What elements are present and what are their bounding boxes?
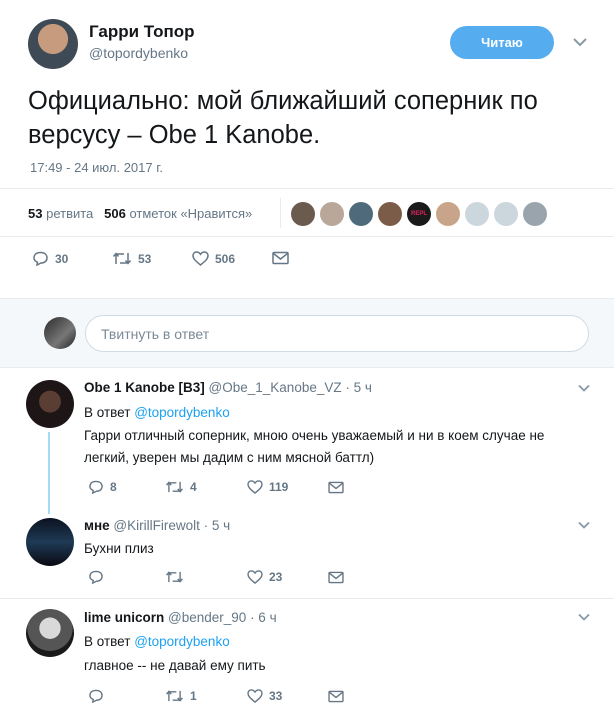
envelope-icon bbox=[328, 690, 344, 703]
reply-avatar[interactable] bbox=[26, 380, 74, 428]
reply-time[interactable]: · 5 ч bbox=[204, 518, 231, 533]
liker-avatar[interactable] bbox=[436, 202, 460, 226]
reply-input[interactable] bbox=[85, 315, 589, 352]
reply-header: Obe 1 Kanobe [B3] @Obe_1_Kanobe_VZ · 5 ч bbox=[84, 380, 372, 395]
following-button[interactable]: Читаю bbox=[450, 26, 554, 59]
retweet-action[interactable]: 53 bbox=[112, 251, 151, 266]
reply-avatar[interactable] bbox=[26, 609, 74, 657]
reply-header: lime unicorn @bender_90 · 6 ч bbox=[84, 610, 277, 625]
heart-icon bbox=[192, 251, 209, 266]
author-avatar[interactable] bbox=[28, 19, 78, 69]
reply-icon bbox=[89, 570, 103, 584]
likes-label[interactable]: отметок «Нравится» bbox=[129, 206, 252, 221]
chevron-down-icon[interactable] bbox=[578, 521, 590, 529]
in-reply-label: В ответ bbox=[84, 634, 131, 649]
likes-count[interactable]: 506 bbox=[104, 206, 126, 221]
reply-time[interactable]: · 5 ч bbox=[345, 380, 372, 395]
reply-text-line: легкий, уверен мы дадим с ним мясной бат… bbox=[84, 450, 375, 465]
thread-connector bbox=[48, 432, 50, 514]
tweet-timestamp[interactable]: 17:49 - 24 июл. 2017 г. bbox=[30, 160, 163, 175]
reply-icon bbox=[33, 251, 48, 266]
like-count: 119 bbox=[269, 480, 289, 494]
liker-avatar[interactable] bbox=[378, 202, 402, 226]
envelope-icon bbox=[328, 571, 344, 584]
default-avatar[interactable] bbox=[494, 202, 518, 226]
retweet-count: 53 bbox=[138, 251, 152, 266]
like-count: 506 bbox=[215, 251, 236, 266]
envelope-icon bbox=[272, 251, 289, 265]
retweet-action[interactable]: 1 bbox=[165, 689, 197, 703]
chevron-down-icon[interactable] bbox=[573, 37, 587, 47]
chevron-down-icon[interactable] bbox=[578, 613, 590, 621]
retweet-icon bbox=[166, 481, 183, 493]
reply-text: главное -- не давай ему пить bbox=[84, 658, 266, 673]
direct-message-action[interactable] bbox=[328, 690, 344, 703]
chevron-down-icon[interactable] bbox=[578, 384, 590, 392]
like-count: 33 bbox=[269, 689, 283, 703]
like-count: 23 bbox=[269, 570, 283, 584]
like-action[interactable]: 119 bbox=[247, 480, 288, 494]
divider bbox=[0, 236, 614, 237]
reply-author-handle[interactable]: @Obe_1_Kanobe_VZ bbox=[209, 380, 342, 395]
in-reply-to: В ответ @topordybenko bbox=[84, 631, 230, 653]
heart-icon bbox=[247, 689, 263, 703]
heart-icon bbox=[247, 570, 263, 584]
in-reply-handle[interactable]: @topordybenko bbox=[134, 634, 230, 649]
stats-separator bbox=[280, 198, 281, 228]
retweet-count: 1 bbox=[190, 689, 197, 703]
retweets-count[interactable]: 53 bbox=[28, 206, 42, 221]
retweet-action[interactable]: 4 bbox=[165, 480, 197, 494]
retweets-label[interactable]: ретвита bbox=[46, 206, 93, 221]
direct-message-action[interactable] bbox=[272, 251, 289, 265]
reply-avatar[interactable] bbox=[26, 518, 74, 566]
reply-author-name[interactable]: Obe 1 Kanobe [B3] bbox=[84, 380, 205, 395]
reply-text-line: Гарри отличный соперник, мною очень уваж… bbox=[84, 428, 545, 443]
direct-message-action[interactable] bbox=[328, 481, 344, 494]
retweet-icon bbox=[112, 252, 132, 265]
like-action[interactable]: 506 bbox=[192, 251, 235, 266]
tweet-text: Официально: мой ближайший соперник по ве… bbox=[28, 87, 538, 149]
heart-icon bbox=[247, 480, 263, 494]
reply-action[interactable]: 30 bbox=[32, 251, 68, 266]
reply-author-name[interactable]: lime unicorn bbox=[84, 610, 164, 625]
reply-author-handle[interactable]: @bender_90 bbox=[168, 610, 246, 625]
envelope-icon bbox=[328, 481, 344, 494]
reply-icon bbox=[89, 480, 103, 494]
direct-message-action[interactable] bbox=[328, 571, 344, 584]
retweet-action[interactable] bbox=[165, 570, 190, 584]
like-action[interactable]: 23 bbox=[247, 570, 282, 584]
reply-action[interactable]: 8 bbox=[88, 480, 117, 494]
liker-avatar[interactable] bbox=[349, 202, 373, 226]
reply-text: Гарри отличный соперник, мною очень уваж… bbox=[84, 425, 594, 469]
reply-text: Бухни плиз bbox=[84, 541, 154, 556]
reply-time[interactable]: · 6 ч bbox=[250, 610, 277, 625]
retweet-count: 4 bbox=[190, 480, 197, 494]
reply-author-handle[interactable]: @KirillFirewolt bbox=[113, 518, 199, 533]
reply-count: 30 bbox=[55, 251, 69, 266]
liker-avatar[interactable] bbox=[320, 202, 344, 226]
reply-icon bbox=[89, 689, 103, 703]
liker-avatar[interactable] bbox=[291, 202, 315, 226]
reply-action[interactable] bbox=[88, 570, 110, 584]
my-avatar[interactable] bbox=[44, 317, 76, 349]
reply-action[interactable] bbox=[88, 689, 110, 703]
liker-avatar-repl[interactable]: REPL bbox=[407, 202, 431, 226]
retweet-icon bbox=[166, 690, 183, 702]
reply-count: 8 bbox=[110, 480, 117, 494]
in-reply-handle[interactable]: @topordybenko bbox=[134, 405, 230, 420]
default-avatar[interactable] bbox=[465, 202, 489, 226]
reply-author-name[interactable]: мне bbox=[84, 518, 110, 533]
author-handle[interactable]: @topordybenko bbox=[89, 45, 188, 61]
reply-header: мне @KirillFirewolt · 5 ч bbox=[84, 518, 230, 533]
tweet-stats: 53 ретвита 506 отметок «Нравится» bbox=[28, 206, 252, 221]
divider bbox=[0, 598, 614, 599]
liker-avatar[interactable] bbox=[523, 202, 547, 226]
in-reply-to: В ответ @topordybenko bbox=[84, 402, 230, 424]
like-action[interactable]: 33 bbox=[247, 689, 282, 703]
divider bbox=[0, 188, 614, 189]
retweet-icon bbox=[166, 571, 183, 583]
in-reply-label: В ответ bbox=[84, 405, 131, 420]
author-name[interactable]: Гарри Топор bbox=[89, 22, 195, 42]
